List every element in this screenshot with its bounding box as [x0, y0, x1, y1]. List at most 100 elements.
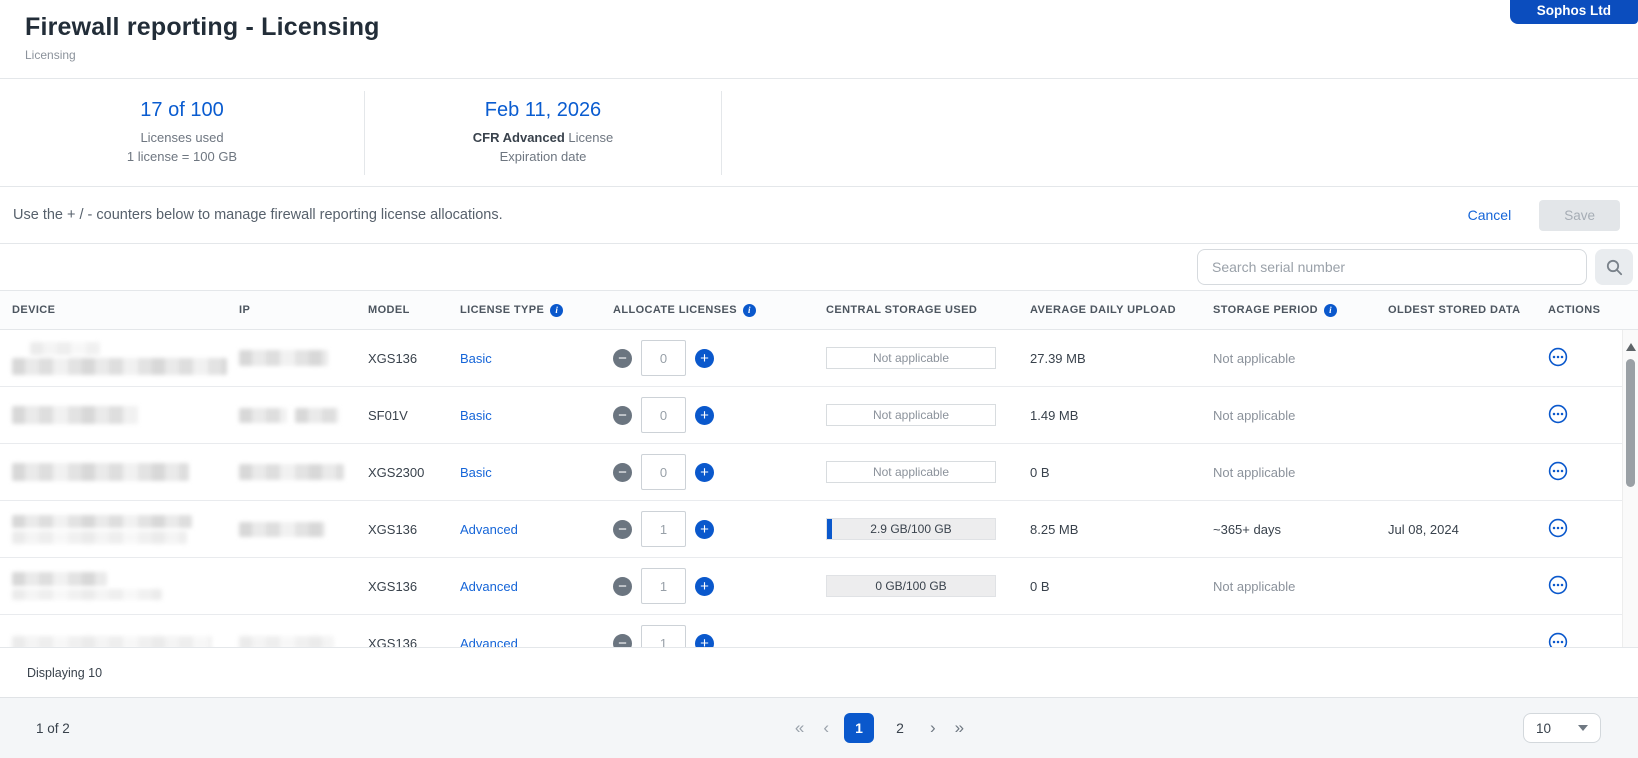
licenses-table: DEVICEIPMODELLICENSE TYPEiALLOCATE LICEN… — [0, 290, 1638, 647]
allocate-input[interactable] — [641, 340, 686, 376]
instruction-bar: Use the + / - counters below to manage f… — [0, 186, 1638, 243]
allocate-input[interactable] — [641, 625, 686, 647]
increase-license-button[interactable]: + — [695, 577, 714, 596]
page-size-select[interactable]: 10 — [1523, 713, 1601, 743]
column-label: STORAGE PERIOD — [1213, 304, 1318, 316]
license-counter: −+ — [613, 454, 814, 490]
cancel-button[interactable]: Cancel — [1462, 206, 1518, 224]
license-type-link[interactable]: Advanced — [460, 636, 518, 648]
device-cell — [0, 636, 227, 648]
actions-cell — [1536, 575, 1622, 598]
column-header-average-daily-upload: AVERAGE DAILY UPLOAD — [1018, 291, 1201, 329]
license-type-link[interactable]: Advanced — [460, 522, 518, 537]
ip-cell — [227, 522, 356, 537]
license-counter: −+ — [613, 568, 814, 604]
allocate-input[interactable] — [641, 511, 686, 547]
storage-fill-bar — [827, 519, 832, 539]
page-button-2[interactable]: 2 — [885, 713, 915, 743]
allocate-input[interactable] — [641, 397, 686, 433]
license-type-link[interactable]: Basic — [460, 351, 492, 366]
vertical-scrollbar[interactable] — [1622, 330, 1638, 647]
decrease-license-button[interactable]: − — [613, 463, 632, 482]
previous-page-button[interactable]: ‹ — [819, 718, 833, 738]
license-type-cell: Basic — [448, 465, 601, 480]
column-header-allocate-licenses: ALLOCATE LICENSESi — [601, 291, 814, 329]
storage-usage-bar: Not applicable — [826, 461, 996, 483]
storage-usage-bar: 2.9 GB/100 GB — [826, 518, 996, 540]
info-icon[interactable]: i — [743, 304, 756, 317]
increase-license-button[interactable]: + — [695, 406, 714, 425]
more-actions-button[interactable] — [1548, 518, 1568, 541]
redacted-text-block — [12, 358, 227, 375]
instruction-text: Use the + / - counters below to manage f… — [13, 207, 503, 223]
page-info: 1 of 2 — [36, 721, 236, 736]
scrollbar-up-arrow[interactable] — [1626, 343, 1636, 351]
storage-usage-label: 2.9 GB/100 GB — [870, 522, 951, 536]
increase-license-button[interactable]: + — [695, 634, 714, 648]
redacted-text-block — [295, 408, 339, 423]
search-input[interactable] — [1197, 249, 1587, 285]
model-cell: XGS136 — [356, 351, 448, 366]
org-badge[interactable]: Sophos Ltd — [1510, 0, 1638, 24]
avg-daily-upload-cell: 27.39 MB — [1018, 351, 1201, 366]
increase-license-button[interactable]: + — [695, 463, 714, 482]
licenses-used-stat: 17 of 100 Licenses used 1 license = 100 … — [0, 99, 364, 167]
redacted-device-name — [12, 515, 227, 544]
more-actions-button[interactable] — [1548, 347, 1568, 370]
more-actions-button[interactable] — [1548, 461, 1568, 484]
license-type-cell: Advanced — [448, 636, 601, 648]
central-storage-cell: Not applicable — [814, 461, 1018, 483]
allocate-cell: −+ — [601, 397, 814, 433]
ellipsis-circle-icon — [1548, 518, 1568, 541]
column-label: DEVICE — [12, 304, 55, 316]
last-page-button[interactable]: » — [951, 718, 968, 738]
page-size-value: 10 — [1536, 721, 1551, 736]
license-counter: −+ — [613, 340, 814, 376]
page-button-1[interactable]: 1 — [844, 713, 874, 743]
next-page-button[interactable]: › — [926, 718, 940, 738]
decrease-license-button[interactable]: − — [613, 634, 632, 648]
allocate-input[interactable] — [641, 568, 686, 604]
license-type-link[interactable]: Basic — [460, 408, 492, 423]
info-icon[interactable]: i — [550, 304, 563, 317]
decrease-license-button[interactable]: − — [613, 406, 632, 425]
redacted-device-name — [12, 406, 227, 424]
first-page-button[interactable]: « — [791, 718, 808, 738]
ellipsis-circle-icon — [1548, 404, 1568, 427]
increase-license-button[interactable]: + — [695, 349, 714, 368]
ip-cell — [227, 464, 356, 480]
page-title: Firewall reporting - Licensing — [25, 13, 1638, 42]
more-actions-button[interactable] — [1548, 575, 1568, 598]
table-row: XGS136Advanced−+ — [0, 615, 1622, 647]
scrollbar-thumb[interactable] — [1626, 359, 1635, 487]
increase-license-button[interactable]: + — [695, 520, 714, 539]
redacted-text-block — [239, 408, 287, 423]
decrease-license-button[interactable]: − — [613, 349, 632, 368]
save-button[interactable]: Save — [1539, 200, 1620, 231]
license-type-link[interactable]: Basic — [460, 465, 492, 480]
column-label: CENTRAL STORAGE USED — [826, 304, 977, 316]
central-storage-cell: 0 GB/100 GB — [814, 575, 1018, 597]
column-label: ACTIONS — [1548, 304, 1600, 316]
search-button[interactable] — [1595, 249, 1633, 285]
decrease-license-button[interactable]: − — [613, 577, 632, 596]
device-cell — [0, 572, 227, 600]
info-icon[interactable]: i — [1324, 304, 1337, 317]
more-actions-button[interactable] — [1548, 404, 1568, 427]
breadcrumb: Licensing — [25, 48, 1638, 62]
storage-usage-label: 0 GB/100 GB — [875, 579, 946, 593]
license-type-link[interactable]: Advanced — [460, 579, 518, 594]
more-actions-button[interactable] — [1548, 632, 1568, 648]
redacted-text-block — [12, 515, 192, 528]
table-row: XGS136Advanced−+0 GB/100 GB0 BNot applic… — [0, 558, 1622, 615]
decrease-license-button[interactable]: − — [613, 520, 632, 539]
license-type-cell: Advanced — [448, 579, 601, 594]
allocate-cell: −+ — [601, 454, 814, 490]
redacted-device-name — [12, 342, 227, 375]
allocate-input[interactable] — [641, 454, 686, 490]
storage-usage-label: Not applicable — [873, 465, 949, 479]
column-header-actions: ACTIONS — [1536, 291, 1622, 329]
column-header-central-storage-used: CENTRAL STORAGE USED — [814, 291, 1018, 329]
ellipsis-circle-icon — [1548, 347, 1568, 370]
pagination: « ‹ 12 › » — [236, 713, 1523, 743]
